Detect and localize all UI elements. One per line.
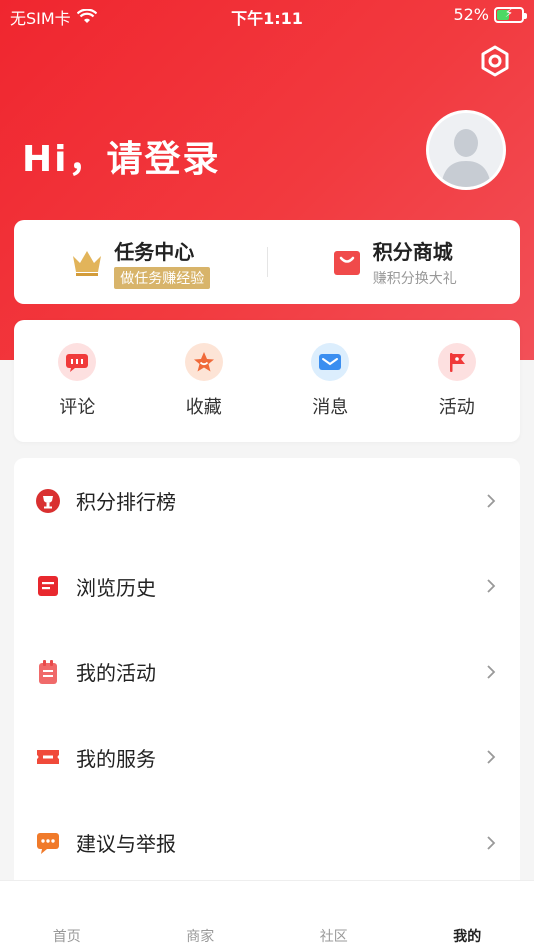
quick-action-activity[interactable]: 活动 bbox=[407, 343, 507, 419]
points-mall-text: 积分商城 赚积分换大礼 bbox=[373, 236, 457, 288]
chevron-right-icon bbox=[487, 579, 496, 593]
settings-button[interactable] bbox=[478, 44, 512, 78]
task-center-card[interactable]: 任务中心 做任务赚经验 bbox=[14, 220, 267, 304]
status-right: 52% ⚡ bbox=[453, 5, 527, 24]
quick-action-favorite[interactable]: 收藏 bbox=[154, 343, 254, 419]
points-mall-title: 积分商城 bbox=[372, 240, 453, 264]
chevron-right-icon bbox=[487, 494, 496, 508]
shopping-bag-icon bbox=[333, 251, 360, 275]
chevron-right-icon bbox=[487, 665, 496, 679]
points-mall-subtitle: 赚积分换大礼 bbox=[372, 271, 457, 287]
tab-home[interactable]: 首页 bbox=[0, 881, 134, 950]
flag-icon bbox=[437, 343, 476, 381]
avatar[interactable] bbox=[426, 110, 506, 190]
mail-icon bbox=[311, 343, 350, 381]
menu-item-label: 建议与举报 bbox=[76, 832, 176, 857]
default-avatar-icon bbox=[429, 113, 503, 187]
tab-community[interactable]: 社区 bbox=[267, 881, 401, 950]
quick-action-label: 活动 bbox=[438, 397, 475, 418]
quick-actions: 评论 收藏 消息 活动 bbox=[14, 320, 520, 442]
comment-icon bbox=[58, 343, 97, 381]
menu-list: 积分排行榜 浏览历史 我的活动 我的服务 建议与举报 bbox=[14, 458, 520, 898]
trophy-icon bbox=[34, 487, 62, 515]
menu-item-points-ranking[interactable]: 积分排行榜 bbox=[14, 458, 520, 544]
task-center-text: 任务中心 做任务赚经验 bbox=[114, 236, 211, 289]
ticket-icon bbox=[34, 743, 62, 771]
quick-action-comment[interactable]: 评论 bbox=[27, 343, 127, 419]
menu-item-my-services[interactable]: 我的服务 bbox=[14, 715, 520, 801]
menu-item-feedback-report[interactable]: 建议与举报 bbox=[14, 800, 520, 886]
status-bar: 无SIM卡 下午1:11 52% ⚡ bbox=[0, 0, 534, 30]
quick-action-label: 评论 bbox=[59, 397, 96, 418]
menu-item-label: 积分排行榜 bbox=[76, 490, 176, 515]
menu-item-label: 我的活动 bbox=[76, 661, 156, 686]
tab-merchants[interactable]: 商家 bbox=[134, 881, 268, 950]
star-icon bbox=[184, 343, 223, 381]
battery-percent: 52% bbox=[453, 5, 489, 24]
chevron-right-icon bbox=[487, 750, 496, 764]
menu-item-my-activities[interactable]: 我的活动 bbox=[14, 629, 520, 715]
bottom-tab-bar: 首页 商家 社区 我的 bbox=[0, 880, 534, 950]
history-icon bbox=[34, 572, 62, 600]
quick-action-label: 收藏 bbox=[185, 397, 222, 418]
quick-action-label: 消息 bbox=[312, 397, 349, 418]
points-mall-card[interactable]: 积分商城 赚积分换大礼 bbox=[268, 220, 521, 304]
quick-action-message[interactable]: 消息 bbox=[280, 343, 380, 419]
battery-icon: ⚡ bbox=[494, 5, 527, 23]
task-center-title: 任务中心 bbox=[114, 239, 195, 264]
clipboard-icon bbox=[34, 658, 62, 686]
menu-item-label: 浏览历史 bbox=[76, 575, 156, 600]
menu-item-label: 我的服务 bbox=[76, 746, 156, 771]
menu-item-browse-history[interactable]: 浏览历史 bbox=[14, 544, 520, 630]
login-greeting[interactable]: Hi，请登录 bbox=[22, 130, 220, 182]
charging-bolt-icon: ⚡ bbox=[504, 5, 514, 20]
chevron-right-icon bbox=[487, 836, 496, 850]
top-card-row: 任务中心 做任务赚经验 积分商城 赚积分换大礼 bbox=[14, 220, 520, 304]
task-center-subtitle: 做任务赚经验 bbox=[114, 266, 211, 289]
feedback-icon bbox=[34, 829, 62, 857]
tab-mine[interactable]: 我的 bbox=[401, 881, 534, 950]
gear-icon bbox=[481, 45, 509, 77]
crown-icon bbox=[73, 251, 102, 276]
